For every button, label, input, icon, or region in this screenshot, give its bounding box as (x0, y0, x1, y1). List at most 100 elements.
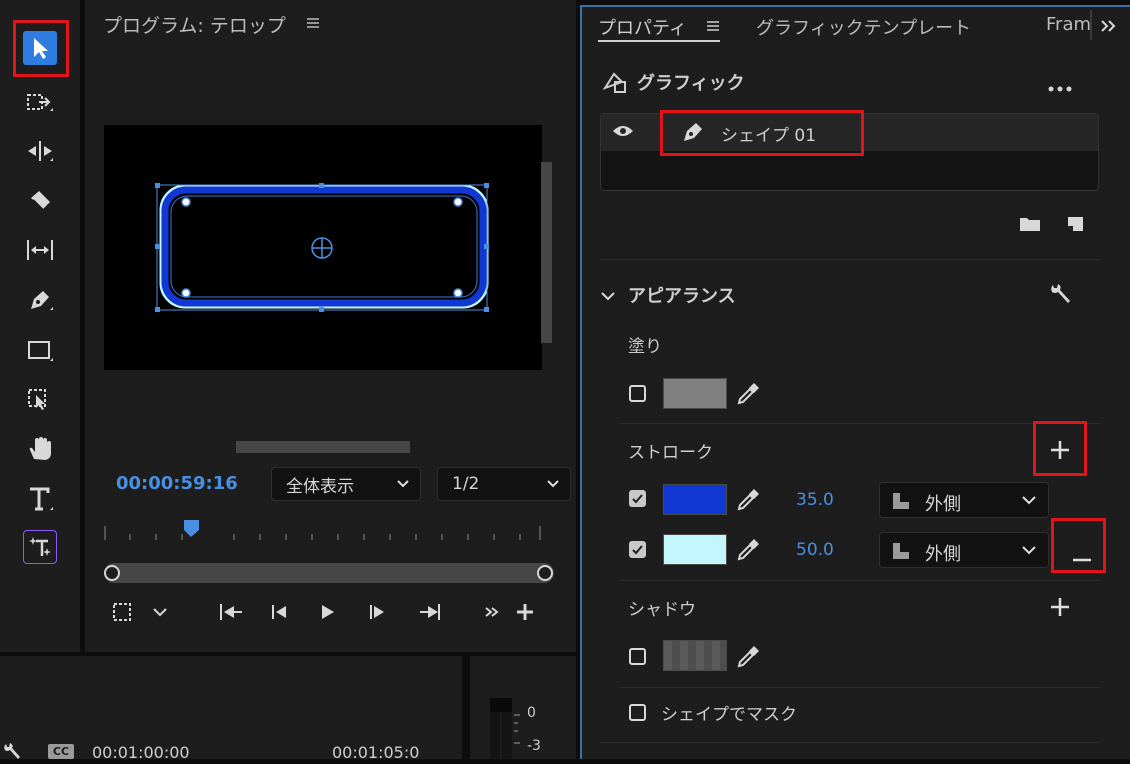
tools-panel (0, 0, 80, 652)
rectangle-tool[interactable] (22, 332, 58, 368)
more-controls-icon (485, 607, 499, 617)
shadow-label: シャドウ (628, 600, 696, 620)
rectangle-icon (28, 341, 53, 361)
meter-clip (490, 698, 512, 712)
stroke-2-position: 外側 (925, 544, 961, 565)
divider (600, 259, 1100, 260)
ripple-edit-tool[interactable] (22, 133, 58, 169)
highlight-layer (660, 110, 864, 156)
divider (600, 742, 1100, 743)
chevron-down-icon (153, 608, 167, 617)
horizontal-scrollbar[interactable] (236, 441, 410, 453)
playhead (184, 520, 199, 537)
play-icon (322, 605, 334, 619)
chevron-down-icon[interactable] (600, 288, 616, 307)
plus-icon (1051, 598, 1069, 616)
eyedropper-icon[interactable] (736, 488, 760, 516)
stroke-2-position-dropdown[interactable]: 外側 (879, 532, 1049, 568)
highlight-selection-tool (13, 20, 69, 77)
stroke-1-checkbox[interactable] (629, 490, 646, 507)
active-tab-underline (598, 40, 720, 42)
new-layer-icon[interactable] (1066, 214, 1086, 238)
chevron-down-icon (1022, 496, 1036, 505)
stroke-label: ストローク (628, 443, 713, 463)
highlight-remove-stroke (1051, 518, 1106, 573)
wrench-icon[interactable] (2, 742, 20, 764)
captions-button[interactable]: CC (48, 744, 74, 759)
resolution-value: 1/2 (452, 474, 480, 494)
zoom-handle-left[interactable] (104, 565, 120, 581)
stroke-1-position-dropdown[interactable]: 外側 (879, 482, 1049, 518)
go-to-in-icon (220, 604, 242, 620)
zoom-scrollbar[interactable] (104, 563, 554, 583)
hand-tool[interactable] (22, 431, 58, 467)
divider (620, 687, 1100, 688)
track-select-icon (27, 94, 53, 111)
eyedropper-icon[interactable] (736, 538, 760, 566)
stroke-outer-icon (893, 543, 909, 559)
pen-icon (31, 291, 53, 310)
time-ruler[interactable] (100, 518, 550, 544)
razor-tool[interactable] (22, 183, 58, 219)
fill-checkbox[interactable] (629, 385, 646, 402)
mask-checkbox[interactable] (629, 704, 646, 721)
sparkle-text-icon (29, 537, 51, 556)
stroke-1-width[interactable]: 35.0 (796, 490, 834, 510)
mask-label: シェイプでマスク (661, 705, 797, 725)
appearance-section-title: アピアランス (628, 286, 736, 307)
zoom-dropdown[interactable]: 全体表示 (271, 467, 421, 501)
razor-icon (31, 191, 50, 213)
timecode[interactable]: 00:00:59:16 (116, 473, 238, 494)
generative-tool[interactable] (23, 530, 57, 564)
check-icon (632, 494, 643, 504)
resolution-dropdown[interactable]: 1/2 (437, 467, 571, 501)
video-preview[interactable] (104, 125, 542, 370)
hand-select-tool[interactable] (22, 381, 58, 417)
wrench-icon[interactable] (1048, 282, 1072, 310)
hand-icon (29, 437, 51, 460)
timeline-time-b: 00:01:05:0 (332, 743, 420, 762)
plus-icon (517, 604, 533, 620)
select-region-icon (28, 389, 46, 410)
add-shadow-button[interactable] (1049, 596, 1071, 622)
stroke-1-color-swatch[interactable] (663, 484, 727, 515)
step-back-icon (272, 605, 286, 619)
eyedropper-icon[interactable] (736, 645, 760, 673)
track-select-tool[interactable] (22, 84, 58, 120)
stroke-2-width[interactable]: 50.0 (796, 540, 834, 560)
panel-menu-icon[interactable] (706, 18, 720, 37)
stroke-2-checkbox[interactable] (629, 541, 646, 558)
more-options-icon[interactable] (1047, 78, 1073, 97)
timeline-time-a: 00:01:00:00 (92, 743, 190, 762)
check-icon (632, 545, 643, 555)
shadow-checkbox[interactable] (629, 648, 646, 665)
transport-controls (113, 603, 533, 621)
eye-icon[interactable] (611, 123, 635, 143)
slip-tool[interactable] (22, 232, 58, 268)
tab-overflow-icon[interactable] (1100, 18, 1118, 37)
ripple-edit-icon (28, 141, 53, 161)
chevron-down-icon (397, 480, 409, 488)
chevron-down-icon (1022, 546, 1036, 555)
stroke-2-color-swatch[interactable] (663, 534, 727, 565)
zoom-handle-right[interactable] (537, 565, 553, 581)
tab-properties[interactable]: プロパティ (598, 14, 687, 40)
program-monitor-title: プログラム: テロップ (103, 15, 286, 37)
folder-icon[interactable] (1019, 215, 1041, 237)
vertical-scrollbar[interactable] (541, 162, 552, 343)
eyedropper-icon[interactable] (736, 382, 760, 410)
meter-ticks (514, 714, 520, 744)
panel-menu-icon[interactable] (306, 15, 320, 34)
stroke-outer-icon (893, 493, 909, 509)
pen-tool[interactable] (22, 282, 58, 318)
divider (620, 580, 1100, 581)
tab-frame[interactable]: Fram (1046, 14, 1090, 35)
shadow-color-swatch[interactable] (663, 640, 727, 671)
meter-label-0: 0 (527, 705, 536, 721)
divider (620, 423, 1100, 424)
type-tool[interactable] (22, 481, 58, 517)
fill-color-swatch[interactable] (663, 378, 727, 409)
step-forward-icon (370, 605, 384, 619)
slip-icon (27, 240, 53, 260)
tab-graphic-templates[interactable]: グラフィックテンプレート (756, 14, 971, 40)
